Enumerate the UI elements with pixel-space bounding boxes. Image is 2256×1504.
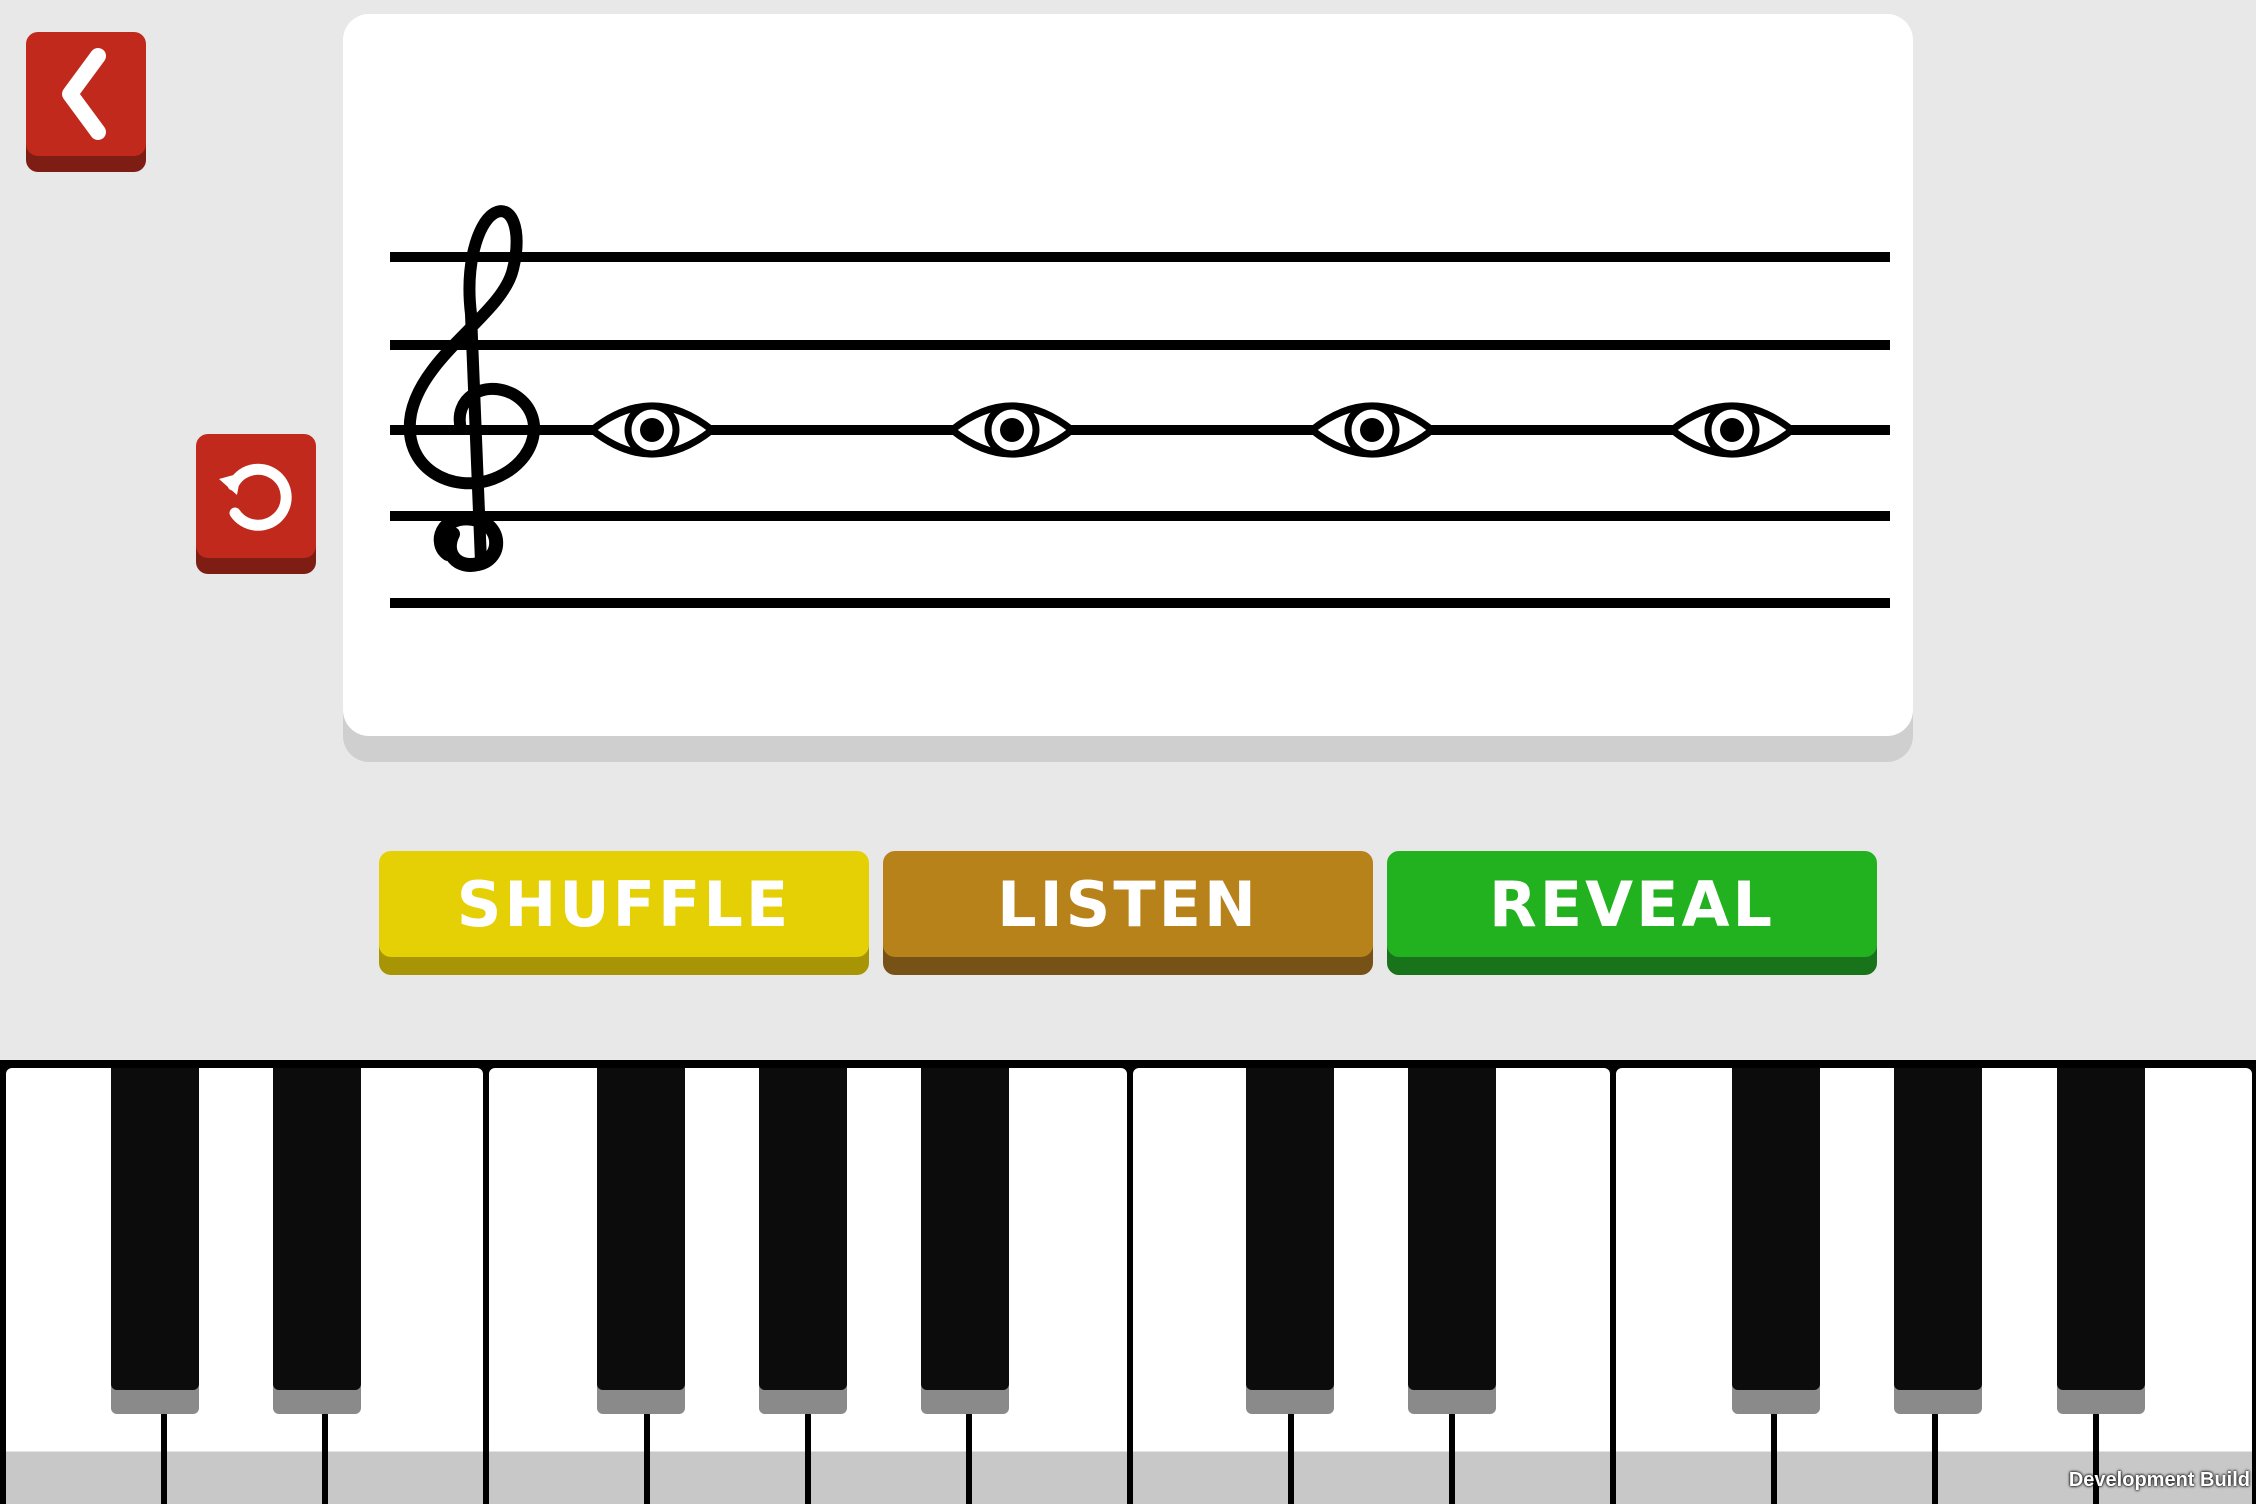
chevron-left-icon <box>62 48 106 140</box>
black-key[interactable] <box>1894 1068 1982 1390</box>
black-key[interactable] <box>111 1068 199 1390</box>
music-staff <box>390 205 1890 608</box>
black-key[interactable] <box>1732 1068 1820 1390</box>
note-3-eye-icon <box>1306 402 1438 458</box>
development-build-watermark: Development Build <box>2068 1469 2250 1491</box>
black-key[interactable] <box>2057 1068 2145 1390</box>
black-key[interactable] <box>759 1068 847 1390</box>
note-2-eye-icon <box>946 402 1078 458</box>
reset-button[interactable] <box>196 434 316 558</box>
rotate-ccw-icon <box>219 463 292 531</box>
reveal-button[interactable]: REVEAL <box>1387 851 1877 957</box>
listen-button[interactable]: LISTEN <box>883 851 1373 957</box>
black-key[interactable] <box>921 1068 1009 1390</box>
black-key[interactable] <box>273 1068 361 1390</box>
piano-keyboard: Development Build <box>0 1060 2256 1504</box>
shuffle-button[interactable]: SHUFFLE <box>379 851 869 957</box>
black-key[interactable] <box>597 1068 685 1390</box>
staff-card <box>343 14 1913 736</box>
black-key[interactable] <box>1408 1068 1496 1390</box>
back-button[interactable] <box>26 32 146 156</box>
note-1-eye-icon <box>586 402 718 458</box>
note-4-eye-icon <box>1666 402 1798 458</box>
black-key[interactable] <box>1246 1068 1334 1390</box>
